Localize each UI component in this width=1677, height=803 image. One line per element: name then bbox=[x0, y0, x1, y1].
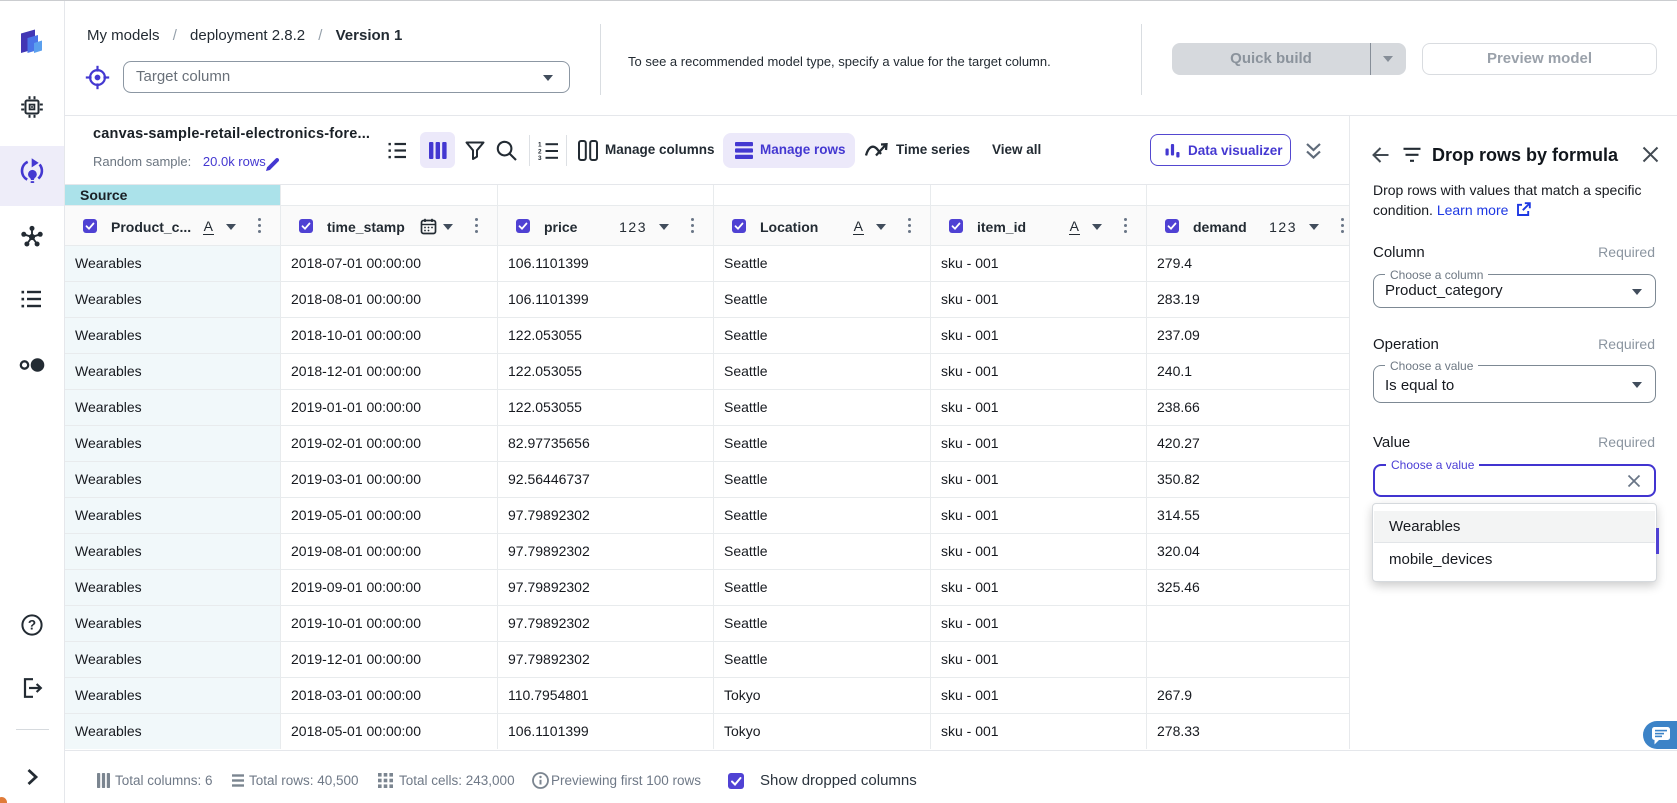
svg-text:3: 3 bbox=[538, 155, 542, 160]
svg-text:?: ? bbox=[28, 618, 36, 633]
